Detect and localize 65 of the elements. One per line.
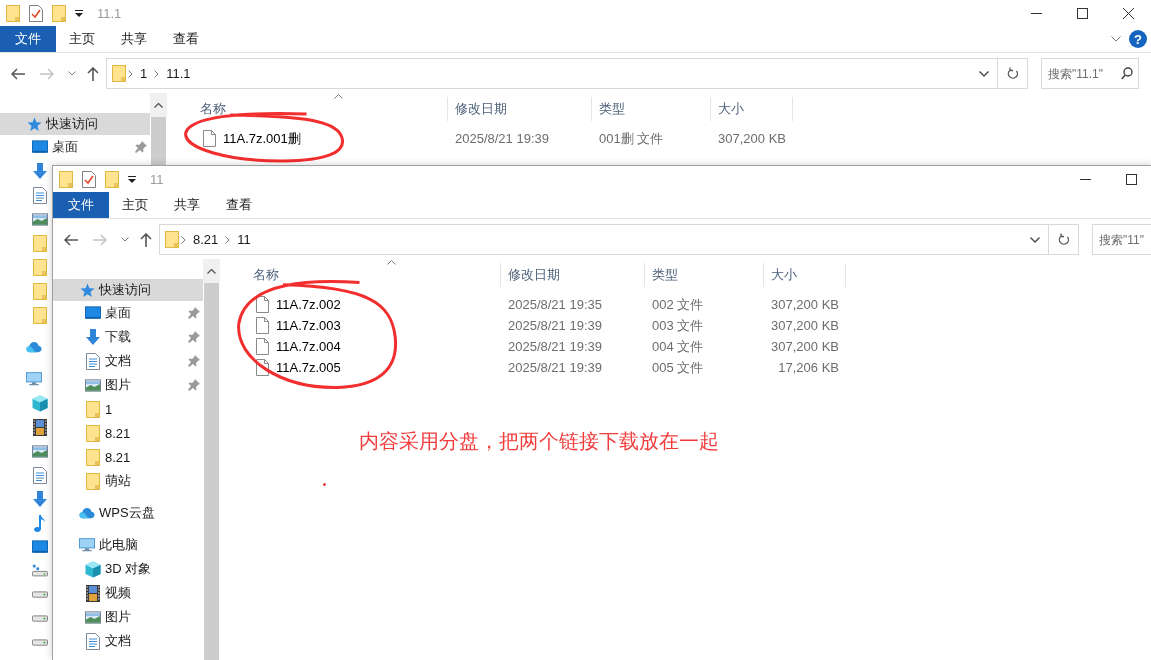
type-cell-text: 004 文件 <box>651 337 705 356</box>
date-cell-text: 2025/8/21 19:35 <box>507 297 603 312</box>
breadcrumb[interactable]: 8.21 <box>188 232 224 247</box>
sidebar-item[interactable]: 下载 <box>53 325 203 349</box>
annotation-note: 内容采用分盘，把两个链接下载放在一起 <box>359 429 719 454</box>
column-header[interactable]: 修改日期 <box>448 97 592 121</box>
sidebar-item[interactable]: WPS云盘 <box>53 501 203 525</box>
sidebar-item[interactable]: 萌站 <box>53 469 203 493</box>
sidebar-item[interactable]: 桌面 <box>53 301 203 325</box>
column-header[interactable]: 修改日期 <box>501 263 645 287</box>
ribbon-tab[interactable]: 文件 <box>53 192 109 218</box>
file-name[interactable]: 11A.7z.001删 <box>223 129 301 148</box>
file-name[interactable]: 11A.7z.005 <box>276 360 341 375</box>
size-cell-text: 307,200 KB <box>770 318 840 333</box>
ribbon-tab[interactable]: 主页 <box>56 26 108 52</box>
date-cell-text: 2025/8/21 19:39 <box>454 131 550 146</box>
sidebar-item[interactable]: 8.21 <box>53 445 203 469</box>
column-header[interactable]: 名称 <box>193 97 448 121</box>
column-header[interactable]: 大小 <box>711 97 793 121</box>
date-cell-text: 2025/8/21 19:39 <box>507 360 603 375</box>
sidebar-item[interactable]: 快速访问 <box>0 113 150 135</box>
sidebar-item[interactable]: 3D 对象 <box>53 557 203 581</box>
type-cell-text: 003 文件 <box>651 316 705 335</box>
ribbon-tab[interactable]: 查看 <box>213 192 265 218</box>
sidebar-item[interactable]: 快速访问 <box>53 279 203 301</box>
search-field[interactable]: 搜索"11.1" <box>1041 58 1139 89</box>
sidebar-item[interactable]: 文档 <box>53 629 203 653</box>
sidebar-item[interactable]: 桌面 <box>0 135 150 159</box>
ribbon-tab[interactable]: 查看 <box>160 26 212 52</box>
sidebar-item[interactable]: 视频 <box>53 581 203 605</box>
address-bar[interactable]: 8.21 11 <box>159 224 1049 255</box>
sidebar-item[interactable]: 图片 <box>53 605 203 629</box>
date-cell-text: 2025/8/21 19:39 <box>507 318 603 333</box>
sidebar-item[interactable]: 图片 <box>53 373 203 397</box>
date-cell-text: 2025/8/21 19:39 <box>507 339 603 354</box>
type-cell-text: 005 文件 <box>651 358 705 377</box>
size-cell-text: 307,200 KB <box>770 339 840 354</box>
type-cell-text: 002 文件 <box>651 295 705 314</box>
type-cell-text: 001删 文件 <box>598 129 665 148</box>
search-field[interactable]: 搜索"11" <box>1092 224 1151 255</box>
file-name[interactable]: 11A.7z.004 <box>276 339 341 354</box>
breadcrumb[interactable]: 11.1 <box>161 66 196 81</box>
ribbon-tab[interactable]: 共享 <box>161 192 213 218</box>
sidebar-item[interactable]: 文档 <box>53 349 203 373</box>
address-bar[interactable]: 1 11.1 <box>106 58 998 89</box>
window-title: 11 <box>150 171 164 187</box>
ribbon-tab[interactable]: 主页 <box>109 192 161 218</box>
window-title: 11.1 <box>97 5 122 21</box>
breadcrumb[interactable]: 1 <box>135 66 153 81</box>
size-cell-text: 307,200 KB <box>770 297 840 312</box>
ribbon-tab[interactable]: 文件 <box>0 26 56 52</box>
file-name[interactable]: 11A.7z.003 <box>276 318 341 333</box>
size-cell-text: 307,200 KB <box>717 131 787 146</box>
breadcrumb[interactable]: 11 <box>232 232 256 247</box>
column-header[interactable]: 类型 <box>592 97 711 121</box>
column-header[interactable]: 名称 <box>246 263 501 287</box>
size-cell-text: 17,206 KB <box>777 360 840 375</box>
column-header[interactable]: 大小 <box>764 263 846 287</box>
sidebar-item[interactable]: 8.21 <box>53 421 203 445</box>
file-name[interactable]: 11A.7z.002 <box>276 297 341 312</box>
sidebar-item[interactable]: 此电脑 <box>53 533 203 557</box>
column-header[interactable]: 类型 <box>645 263 764 287</box>
sidebar-item[interactable]: 1 <box>53 397 203 421</box>
ribbon-tab[interactable]: 共享 <box>108 26 160 52</box>
help-button[interactable]: ? <box>1129 30 1147 48</box>
